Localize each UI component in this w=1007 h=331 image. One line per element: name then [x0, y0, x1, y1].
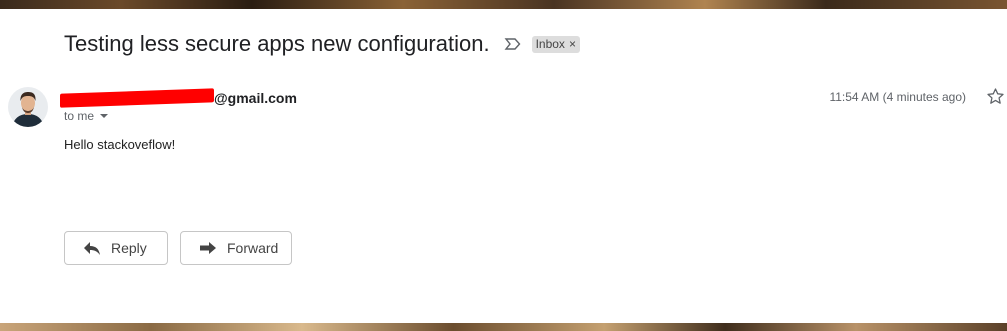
forward-button[interactable]: Forward — [180, 231, 292, 265]
important-marker-icon[interactable] — [504, 37, 522, 51]
forward-label: Forward — [227, 240, 279, 256]
email-timestamp: 11:54 AM (4 minutes ago) — [829, 90, 966, 104]
reply-label: Reply — [111, 240, 147, 256]
background-photo-bottom — [0, 323, 1007, 331]
sender-email-domain[interactable]: @gmail.com — [214, 90, 297, 106]
subject-row: Testing less secure apps new configurati… — [64, 31, 580, 57]
background-photo-top — [0, 0, 1007, 9]
star-icon[interactable] — [986, 87, 1005, 106]
reply-icon — [84, 242, 100, 255]
recipient-text: to me — [64, 109, 95, 123]
email-body: Hello stackoveflow! — [64, 137, 176, 152]
redaction-mark — [60, 88, 214, 108]
forward-icon — [200, 242, 216, 254]
email-subject: Testing less secure apps new configurati… — [64, 31, 490, 56]
chevron-down-icon[interactable] — [100, 114, 109, 118]
recipient-row[interactable]: to me — [64, 109, 109, 123]
inbox-label-text: Inbox — [535, 36, 565, 51]
email-view: Testing less secure apps new configurati… — [0, 9, 1007, 323]
sender-row: @gmail.com — [60, 88, 297, 108]
sender-avatar[interactable] — [8, 87, 48, 127]
inbox-label-chip: Inbox × — [531, 35, 580, 53]
remove-label-button[interactable]: × — [569, 37, 576, 51]
reply-button[interactable]: Reply — [64, 231, 168, 265]
